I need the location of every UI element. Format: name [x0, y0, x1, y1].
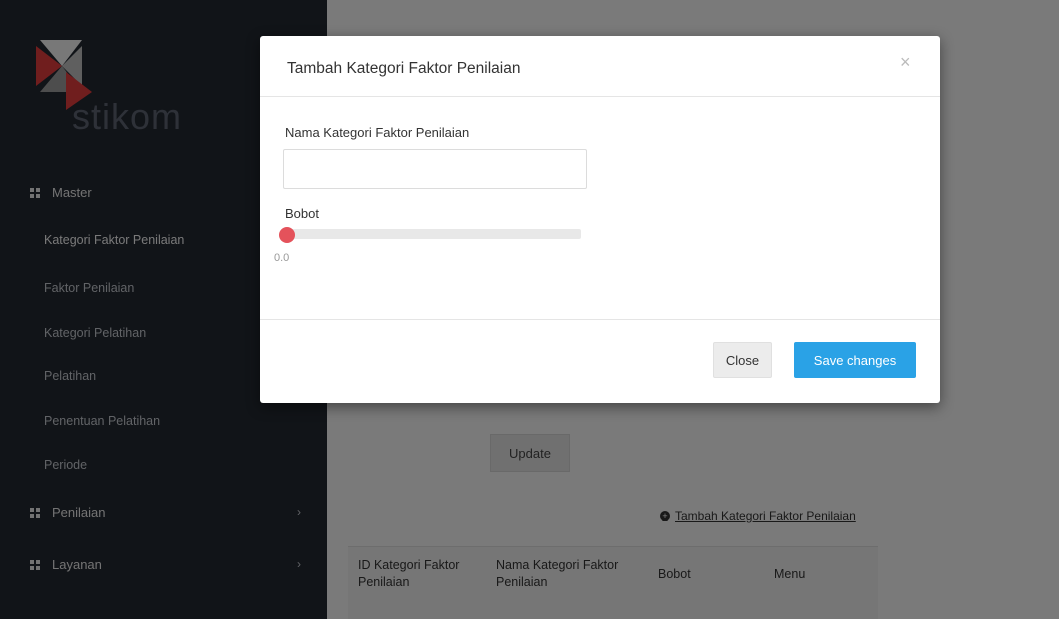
nama-kategori-label: Nama Kategori Faktor Penilaian	[285, 125, 470, 140]
modal-header: Tambah Kategori Faktor Penilaian ×	[260, 36, 940, 97]
bobot-slider-handle[interactable]	[279, 227, 295, 243]
close-button[interactable]: Close	[713, 342, 772, 378]
close-icon[interactable]: ×	[900, 53, 911, 71]
nama-kategori-input[interactable]	[283, 149, 587, 189]
modal-title: Tambah Kategori Faktor Penilaian	[287, 60, 521, 77]
bobot-value: 0.0	[274, 252, 290, 264]
modal-dialog: Tambah Kategori Faktor Penilaian × Nama …	[260, 36, 940, 403]
bobot-label: Bobot	[285, 206, 319, 221]
app-window: stikom Master Kategori Faktor Penilaian …	[0, 0, 1059, 619]
bobot-slider-track[interactable]	[283, 229, 581, 239]
save-changes-button[interactable]: Save changes	[794, 342, 916, 378]
